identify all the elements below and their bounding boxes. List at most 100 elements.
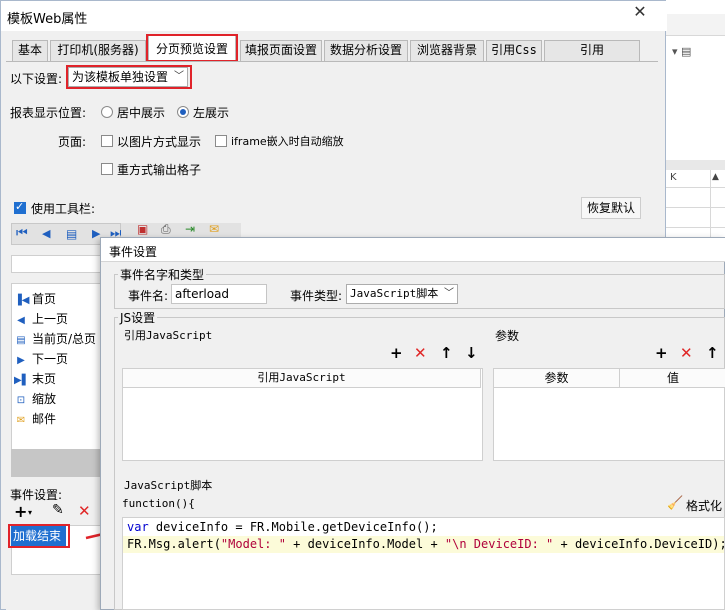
background-header-row [666,160,725,170]
name-type-group-title: 事件名字和类型 [118,266,207,283]
move-down-icon[interactable]: ↓ [465,345,478,361]
tab-ref-css[interactable]: 引用Css [486,40,542,61]
tab-printer-server[interactable]: 打印机(服务器) [50,40,146,61]
list-footer [11,449,101,477]
output-grid-label: 重方式输出格子 [117,163,202,177]
mail-icon: ✉ [16,415,26,426]
delete-param-icon[interactable]: ✕ [680,345,693,361]
close-icon[interactable]: ✕ [617,2,663,22]
add-icon[interactable]: + [14,502,27,521]
ref-js-table: 引用JavaScript [122,368,483,461]
dialog-title: 事件设置 [109,245,158,259]
background-icon: ▾ ▤ [672,45,692,58]
page-count-icon: ▤ [16,335,26,346]
next-page-icon: ▶ [17,355,25,366]
list-item-zoom[interactable]: ⊡ 缩放 [14,390,56,408]
list-item-first-page[interactable]: ▐◀ 首页 [14,290,56,308]
zoom-icon: ⊡ [16,395,26,406]
dialog-titlebar: 事件设置 [101,238,725,262]
scope-label: 以下设置: [10,72,63,86]
delete-icon[interactable]: ✕ [78,502,91,520]
iframe-scale-checkbox[interactable] [215,135,227,147]
list-item-label: 末页 [32,372,57,386]
list-item-label: 当前页/总页 [32,332,97,346]
col-header-param: 参数 [494,369,620,388]
prev-page-icon[interactable]: ◀ [42,227,50,240]
add-param-icon[interactable]: + [655,345,668,361]
ref-js-label: 引用JavaScript [124,329,213,342]
center-radio[interactable] [101,106,113,118]
list-item-last-page[interactable]: ▶▌ 末页 [14,370,56,388]
event-name-label: 事件名: [128,289,169,303]
event-settings-label: 事件设置: [10,488,63,502]
page-label: 页面: [58,135,87,149]
restore-default-button[interactable]: 恢复默认 [581,197,641,219]
event-type-select[interactable]: JavaScript脚本 ﹀ [346,284,458,304]
output-grid-checkbox[interactable] [101,163,113,175]
iframe-scale-label: iframe嵌入时自动缩放 [231,135,344,148]
window-title: 模板Web属性 [7,12,88,27]
move-up-param-icon[interactable]: ↑ [706,345,719,361]
script-label: JavaScript脚本 [124,479,213,492]
tab-basic[interactable]: 基本 [12,40,48,61]
function-header: function(){ [122,497,195,510]
format-label[interactable]: 格式化 [686,497,722,514]
chevron-down-icon: ﹀ [444,288,454,299]
background-cell-arrow: ▲ [712,172,719,182]
event-type-value: JavaScript脚本 [350,287,439,300]
toolbar-items-list: ▐◀ 首页 ◀ 上一页 ▤ 当前页/总页 ▶ 下一页 ▶▌ 末页 ⊡ 缩放 ✉ 邮件 [11,283,101,473]
chevron-down-icon[interactable]: ▾ [28,508,32,517]
event-item-afterload[interactable]: 加载结束 [11,526,66,546]
tab-browser-bg[interactable]: 浏览器背景 [410,40,484,61]
edit-icon[interactable]: ✎ [52,502,64,518]
export-icon[interactable]: ⇥ [185,222,195,236]
image-mode-checkbox[interactable] [101,135,113,147]
code-line-2: FR.Msg.alert("Model: " + deviceInfo.Mode… [123,536,725,553]
format-broom-icon[interactable]: 🧹 [667,496,683,511]
prev-page-icon: ◀ [17,315,25,326]
page-count-icon[interactable]: ▤ [66,227,77,241]
pdf-icon[interactable]: ▣ [137,222,148,236]
position-label: 报表显示位置: [10,106,87,120]
use-toolbar-checkbox[interactable] [14,200,26,214]
delete-js-icon[interactable]: ✕ [414,345,427,361]
list-item-label: 上一页 [32,312,69,326]
list-item-next-page[interactable]: ▶ 下一页 [14,350,68,368]
first-page-icon: ▐◀ [14,295,30,306]
first-page-icon[interactable]: ⏮ [16,226,28,241]
list-item-page-count[interactable]: ▤ 当前页/总页 [14,330,96,348]
last-page-icon: ▶▌ [14,375,30,386]
list-item-label: 首页 [32,292,57,306]
js-settings-group-title: JS设置 [118,309,158,326]
tab-data-analysis[interactable]: 数据分析设置 [324,40,408,61]
event-name-input[interactable]: afterload [171,284,267,304]
left-radio-label: 左展示 [193,106,230,120]
code-line-1: var deviceInfo = FR.Mobile.getDeviceInfo… [127,520,438,534]
mail-toolbar-icon[interactable]: ✉ [209,222,219,236]
tab-ref-javascript[interactable]: 引用JavaScript [544,40,640,76]
list-item-label: 缩放 [32,392,57,406]
list-item-prev-page[interactable]: ◀ 上一页 [14,310,68,328]
add-js-icon[interactable]: + [390,345,403,361]
list-item-label: 邮件 [32,412,57,426]
background-cell-text: K [670,172,677,183]
use-toolbar-label: 使用工具栏: [31,202,96,216]
toolbar-preview-rest: ▣ ⎙ ⇥ ✉ [121,222,241,237]
print-icon[interactable]: ⎙ [161,222,171,237]
image-mode-label: 以图片方式显示 [117,135,202,149]
params-label: 参数 [495,329,520,343]
toolbar-list-header [11,255,101,273]
chevron-down-icon: ﹀ [174,71,184,82]
col-header-ref-js: 引用JavaScript [123,369,481,388]
code-editor[interactable]: var deviceInfo = FR.Mobile.getDeviceInfo… [122,517,725,610]
left-radio[interactable] [177,106,189,118]
background-toolbar [666,14,725,36]
window-titlebar: 模板Web属性 ✕ [1,1,667,31]
list-item-mail[interactable]: ✉ 邮件 [14,410,56,428]
tab-paging-preview[interactable]: 分页预览设置 [148,35,236,62]
scope-select[interactable]: 为该模板单独设置 ﹀ [68,67,188,87]
move-up-icon[interactable]: ↑ [440,345,453,361]
col-header-value: 值 [620,369,725,388]
tab-fill-page[interactable]: 填报页面设置 [240,40,322,61]
center-radio-label: 居中展示 [117,106,166,120]
